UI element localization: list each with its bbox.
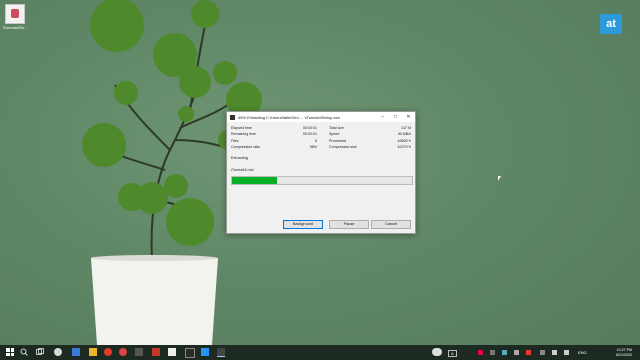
compressed-size-label: Compressed size xyxy=(329,145,357,150)
tray-app-icon[interactable] xyxy=(502,350,507,355)
progress-fill xyxy=(232,177,277,184)
maximize-button[interactable]: □ xyxy=(389,112,402,122)
clock-date: 8/21/2020 xyxy=(616,352,632,357)
folder-icon[interactable] xyxy=(89,348,97,356)
processed-value: 63600 K xyxy=(397,138,411,143)
processed-label: Processed xyxy=(329,138,346,143)
search-icon[interactable] xyxy=(20,348,28,356)
app-icon[interactable] xyxy=(72,348,80,356)
app-icon[interactable] xyxy=(119,348,127,356)
section-label: Extracting xyxy=(231,156,248,160)
remaining-time-label: Remaining time xyxy=(231,132,256,137)
tray-app-icon[interactable] xyxy=(526,350,531,355)
files-label: Files xyxy=(231,138,239,143)
compressed-size-value: 62379 K xyxy=(397,145,411,150)
desktop-icon-label: iTunes64Se... xyxy=(2,25,28,30)
mouse-cursor-icon xyxy=(498,176,501,181)
stats-row: Compression ratio 98% Compressed size 62… xyxy=(231,145,411,150)
tray-app-icon[interactable] xyxy=(490,350,495,355)
pause-button[interactable]: Pause xyxy=(329,220,369,229)
tray-app-icon[interactable] xyxy=(478,350,483,355)
taskbar: A ENG 10:27 PM 8/21/2020 xyxy=(0,345,640,360)
app-icon[interactable] xyxy=(54,348,62,356)
app-icon[interactable] xyxy=(152,348,160,356)
app-icon[interactable] xyxy=(201,348,209,356)
total-size-label: Total size xyxy=(329,126,344,130)
network-icon[interactable] xyxy=(552,350,557,355)
progress-bar xyxy=(231,176,413,185)
tray-app-icon[interactable] xyxy=(540,350,545,355)
cancel-button[interactable]: Cancel xyxy=(371,220,411,229)
title-bar[interactable]: 45% Extracting C:\Users\fatim\Dro ... \i… xyxy=(227,112,415,122)
stats-row: Remaining time 00:00:01 Speed 40 MB/s xyxy=(231,132,411,137)
app-icon[interactable] xyxy=(185,348,195,358)
stats-panel: Elapsed time 00:00:01 Total size 137 M R… xyxy=(231,126,411,152)
stats-row: Files 6 Processed 63600 K xyxy=(231,139,411,144)
clock-time: 10:27 PM xyxy=(616,348,632,352)
tray-app-icon[interactable] xyxy=(514,350,519,355)
7zip-taskbar-icon[interactable] xyxy=(217,348,225,357)
clock[interactable]: 10:27 PM 8/21/2020 xyxy=(616,348,632,357)
app-icon[interactable] xyxy=(168,348,176,356)
weather-icon[interactable] xyxy=(432,348,442,356)
current-file-name: iTunes64.msi xyxy=(231,168,254,172)
close-button[interactable]: ✕ xyxy=(402,112,415,122)
volume-icon[interactable] xyxy=(564,350,569,355)
weather-text[interactable]: A xyxy=(448,350,457,357)
windows-start-icon[interactable] xyxy=(6,348,14,356)
window-title: 45% Extracting C:\Users\fatim\Dro ... \i… xyxy=(238,114,340,120)
files-value: 6 xyxy=(315,138,317,143)
language-indicator[interactable]: ENG xyxy=(578,350,587,355)
speed-label: Speed xyxy=(329,132,340,137)
desktop-icon-itunes-setup[interactable]: iTunes64Se... xyxy=(2,4,28,30)
remaining-time-value: 00:00:01 xyxy=(303,132,317,137)
installer-icon xyxy=(5,4,25,24)
extraction-dialog: 45% Extracting C:\Users\fatim\Dro ... \i… xyxy=(226,111,416,234)
background-button[interactable]: Background xyxy=(283,220,323,229)
task-view-icon[interactable] xyxy=(36,348,44,356)
compression-ratio-label: Compression ratio xyxy=(231,145,261,150)
stats-row: Elapsed time 00:00:01 Total size 137 M xyxy=(231,126,411,131)
app-icon[interactable] xyxy=(135,348,143,356)
elapsed-time-value: 00:00:01 xyxy=(303,126,317,130)
app-icon[interactable] xyxy=(104,348,112,356)
total-size-value: 137 M xyxy=(401,126,411,130)
minimize-button[interactable]: – xyxy=(376,112,389,122)
elapsed-time-label: Elapsed time xyxy=(231,126,252,130)
compression-ratio-value: 98% xyxy=(309,145,317,150)
speed-value: 40 MB/s xyxy=(397,132,411,137)
brand-logo: at xyxy=(600,14,622,34)
7zip-icon xyxy=(230,114,235,120)
